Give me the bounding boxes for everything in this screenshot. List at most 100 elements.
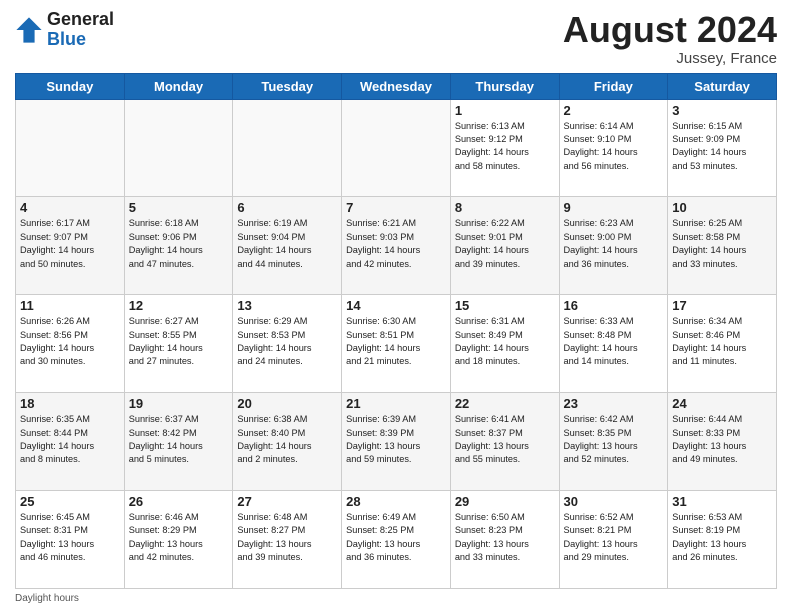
day-header-friday: Friday [559,73,668,99]
day-info: Sunrise: 6:35 AMSunset: 8:44 PMDaylight:… [20,413,120,466]
calendar-day [233,99,342,197]
day-header-thursday: Thursday [450,73,559,99]
calendar-day: 17 Sunrise: 6:34 AMSunset: 8:46 PMDayligh… [668,295,777,393]
calendar-day: 27 Sunrise: 6:48 AMSunset: 8:27 PMDayligh… [233,491,342,589]
calendar-day: 24 Sunrise: 6:44 AMSunset: 8:33 PMDayligh… [668,393,777,491]
calendar-week-5: 25 Sunrise: 6:45 AMSunset: 8:31 PMDayligh… [16,491,777,589]
day-number: 5 [129,200,229,215]
day-info: Sunrise: 6:52 AMSunset: 8:21 PMDaylight:… [564,511,664,564]
day-number: 26 [129,494,229,509]
calendar-day: 8 Sunrise: 6:22 AMSunset: 9:01 PMDaylight… [450,197,559,295]
day-header-saturday: Saturday [668,73,777,99]
day-info: Sunrise: 6:44 AMSunset: 8:33 PMDaylight:… [672,413,772,466]
day-number: 24 [672,396,772,411]
header: General Blue August 2024 Jussey, France [15,10,777,67]
calendar-day: 7 Sunrise: 6:21 AMSunset: 9:03 PMDaylight… [342,197,451,295]
day-info: Sunrise: 6:25 AMSunset: 8:58 PMDaylight:… [672,217,772,270]
calendar-day [342,99,451,197]
day-number: 28 [346,494,446,509]
location: Jussey, France [563,50,777,67]
day-info: Sunrise: 6:34 AMSunset: 8:46 PMDaylight:… [672,315,772,368]
calendar-day: 6Sunrise: 6:19 AMSunset: 9:04 PMDaylight… [233,197,342,295]
footer-note: Daylight hours [15,593,777,604]
day-number: 3 [672,103,772,118]
day-info: Sunrise: 6:50 AMSunset: 8:23 PMDaylight:… [455,511,555,564]
calendar-day: 4 Sunrise: 6:17 AMSunset: 9:07 PMDaylight… [16,197,125,295]
day-number: 2 [564,103,664,118]
calendar-day: 12Sunrise: 6:27 AMSunset: 8:55 PMDayligh… [124,295,233,393]
calendar-day: 30 Sunrise: 6:52 AMSunset: 8:21 PMDayligh… [559,491,668,589]
day-number: 31 [672,494,772,509]
day-header-tuesday: Tuesday [233,73,342,99]
day-header-wednesday: Wednesday [342,73,451,99]
day-info: Sunrise: 6:41 AMSunset: 8:37 PMDaylight:… [455,413,555,466]
day-number: 25 [20,494,120,509]
day-info: Sunrise: 6:38 AMSunset: 8:40 PMDaylight:… [237,413,337,466]
day-number: 21 [346,396,446,411]
page: General Blue August 2024 Jussey, France … [0,0,792,612]
day-info: Sunrise: 6:13 AMSunset: 9:12 PMDaylight:… [455,120,555,173]
calendar-header-row: SundayMondayTuesdayWednesdayThursdayFrid… [16,73,777,99]
calendar-week-2: 4 Sunrise: 6:17 AMSunset: 9:07 PMDaylight… [16,197,777,295]
day-number: 17 [672,298,772,313]
calendar-week-3: 11 Sunrise: 6:26 AMSunset: 8:56 PMDayligh… [16,295,777,393]
day-info: Sunrise: 6:53 AMSunset: 8:19 PMDaylight:… [672,511,772,564]
calendar-day: 5Sunrise: 6:18 AMSunset: 9:06 PMDaylight… [124,197,233,295]
day-number: 1 [455,103,555,118]
day-number: 8 [455,200,555,215]
day-number: 7 [346,200,446,215]
logo-text: General Blue [47,10,114,50]
calendar-day: 1 Sunrise: 6:13 AMSunset: 9:12 PMDaylight… [450,99,559,197]
calendar-day: 2 Sunrise: 6:14 AMSunset: 9:10 PMDaylight… [559,99,668,197]
daylight-label: Daylight hours [15,593,79,604]
day-number: 14 [346,298,446,313]
day-info: Sunrise: 6:31 AMSunset: 8:49 PMDaylight:… [455,315,555,368]
calendar-day: 9Sunrise: 6:23 AMSunset: 9:00 PMDaylight… [559,197,668,295]
calendar-day: 21 Sunrise: 6:39 AMSunset: 8:39 PMDayligh… [342,393,451,491]
calendar-week-1: 1 Sunrise: 6:13 AMSunset: 9:12 PMDaylight… [16,99,777,197]
day-info: Sunrise: 6:21 AMSunset: 9:03 PMDaylight:… [346,217,446,270]
calendar-day: 29 Sunrise: 6:50 AMSunset: 8:23 PMDayligh… [450,491,559,589]
day-info: Sunrise: 6:26 AMSunset: 8:56 PMDaylight:… [20,315,120,368]
day-info: Sunrise: 6:30 AMSunset: 8:51 PMDaylight:… [346,315,446,368]
day-info: Sunrise: 6:17 AMSunset: 9:07 PMDaylight:… [20,217,120,270]
calendar-week-4: 18 Sunrise: 6:35 AMSunset: 8:44 PMDayligh… [16,393,777,491]
day-number: 27 [237,494,337,509]
calendar-day: 14 Sunrise: 6:30 AMSunset: 8:51 PMDayligh… [342,295,451,393]
calendar-day [124,99,233,197]
calendar-day: 3Sunrise: 6:15 AMSunset: 9:09 PMDaylight… [668,99,777,197]
calendar-day: 22 Sunrise: 6:41 AMSunset: 8:37 PMDayligh… [450,393,559,491]
calendar-day: 10Sunrise: 6:25 AMSunset: 8:58 PMDayligh… [668,197,777,295]
day-number: 9 [564,200,664,215]
day-info: Sunrise: 6:27 AMSunset: 8:55 PMDaylight:… [129,315,229,368]
day-info: Sunrise: 6:14 AMSunset: 9:10 PMDaylight:… [564,120,664,173]
calendar-day: 11 Sunrise: 6:26 AMSunset: 8:56 PMDayligh… [16,295,125,393]
day-info: Sunrise: 6:39 AMSunset: 8:39 PMDaylight:… [346,413,446,466]
day-number: 18 [20,396,120,411]
calendar-day: 15 Sunrise: 6:31 AMSunset: 8:49 PMDayligh… [450,295,559,393]
day-info: Sunrise: 6:48 AMSunset: 8:27 PMDaylight:… [237,511,337,564]
day-info: Sunrise: 6:45 AMSunset: 8:31 PMDaylight:… [20,511,120,564]
calendar-table: SundayMondayTuesdayWednesdayThursdayFrid… [15,73,777,589]
calendar-day [16,99,125,197]
day-number: 19 [129,396,229,411]
day-number: 29 [455,494,555,509]
calendar-day: 20Sunrise: 6:38 AMSunset: 8:40 PMDayligh… [233,393,342,491]
day-number: 22 [455,396,555,411]
day-number: 11 [20,298,120,313]
logo: General Blue [15,10,114,50]
day-number: 30 [564,494,664,509]
day-number: 4 [20,200,120,215]
title-block: August 2024 Jussey, France [563,10,777,67]
day-number: 15 [455,298,555,313]
day-number: 16 [564,298,664,313]
calendar-day: 26 Sunrise: 6:46 AMSunset: 8:29 PMDayligh… [124,491,233,589]
day-info: Sunrise: 6:33 AMSunset: 8:48 PMDaylight:… [564,315,664,368]
calendar-day: 18 Sunrise: 6:35 AMSunset: 8:44 PMDayligh… [16,393,125,491]
day-info: Sunrise: 6:22 AMSunset: 9:01 PMDaylight:… [455,217,555,270]
calendar-day: 25 Sunrise: 6:45 AMSunset: 8:31 PMDayligh… [16,491,125,589]
day-number: 13 [237,298,337,313]
day-info: Sunrise: 6:46 AMSunset: 8:29 PMDaylight:… [129,511,229,564]
calendar-day: 16 Sunrise: 6:33 AMSunset: 8:48 PMDayligh… [559,295,668,393]
day-info: Sunrise: 6:29 AMSunset: 8:53 PMDaylight:… [237,315,337,368]
